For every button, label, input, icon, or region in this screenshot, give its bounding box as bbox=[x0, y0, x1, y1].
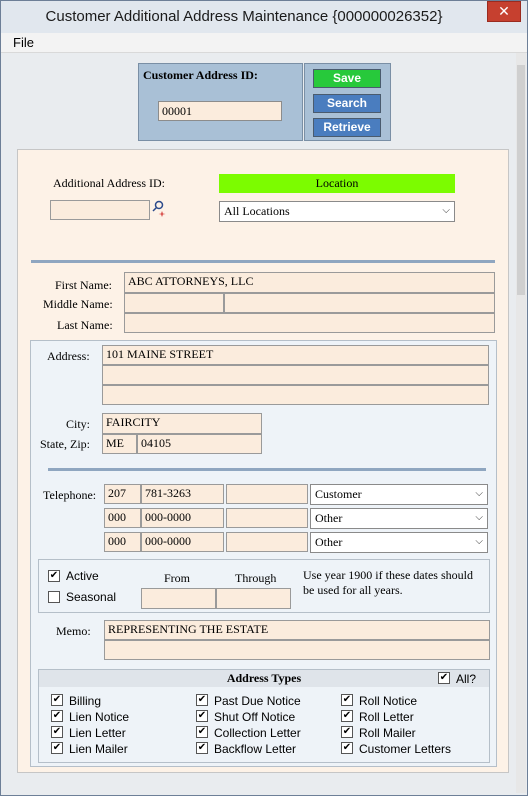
backflow-letter-checkbox[interactable]: ✔ bbox=[196, 742, 208, 754]
lien-letter-checkbox[interactable]: ✔ bbox=[51, 726, 63, 738]
from-label: From bbox=[164, 571, 191, 585]
billing-checkbox[interactable]: ✔ bbox=[51, 694, 63, 706]
all-checkbox[interactable]: ✔ bbox=[438, 672, 450, 684]
city-field[interactable]: FAIRCITY bbox=[102, 413, 262, 434]
phone-number-2[interactable]: 000-0000 bbox=[141, 508, 224, 528]
chevron-down-icon: ⌵ bbox=[475, 536, 483, 547]
address-types-title: Address Types bbox=[39, 670, 489, 687]
chevron-down-icon: ⌵ bbox=[475, 512, 483, 523]
section-divider bbox=[31, 260, 495, 263]
collection-letter-checkbox[interactable]: ✔ bbox=[196, 726, 208, 738]
memo-line-1[interactable]: REPRESENTING THE ESTATE bbox=[104, 620, 490, 640]
middle-name-field-1[interactable] bbox=[124, 293, 224, 313]
dates-note: Use year 1900 if these dates should be u… bbox=[303, 568, 473, 597]
telephone-label: Telephone: bbox=[43, 488, 97, 502]
location-select[interactable]: All Locations ⌵ bbox=[219, 201, 455, 222]
lookup-icon[interactable] bbox=[151, 199, 167, 219]
phone-type-value-3: Other bbox=[315, 535, 343, 549]
city-label: City: bbox=[66, 417, 91, 431]
middle-name-label: Middle Name: bbox=[43, 297, 113, 311]
first-name-label: First Name: bbox=[55, 278, 112, 292]
state-field[interactable]: ME bbox=[102, 434, 137, 454]
address-line-2[interactable] bbox=[102, 365, 489, 385]
phone-area-1[interactable]: 207 bbox=[104, 484, 141, 504]
phone-type-select-3[interactable]: Other ⌵ bbox=[310, 532, 488, 553]
phone-area-3[interactable]: 000 bbox=[104, 532, 141, 552]
address-divider bbox=[48, 468, 486, 471]
customer-address-id-input[interactable]: 00001 bbox=[158, 101, 282, 121]
action-buttons: Save Search Retrieve bbox=[304, 63, 391, 141]
address-label: Address: bbox=[47, 349, 90, 363]
phone-type-value-1: Customer bbox=[315, 487, 362, 501]
scrollbar-thumb[interactable] bbox=[517, 65, 525, 295]
address-line-1[interactable]: 101 MAINE STREET bbox=[102, 345, 489, 365]
phone-type-select-1[interactable]: Customer ⌵ bbox=[310, 484, 488, 505]
seasonal-checkbox[interactable] bbox=[48, 591, 60, 603]
chevron-down-icon: ⌵ bbox=[475, 488, 483, 499]
last-name-label: Last Name: bbox=[57, 318, 113, 332]
seasonal-label: Seasonal bbox=[66, 590, 117, 604]
billing-label: Billing bbox=[69, 694, 102, 708]
chevron-down-icon: ⌵ bbox=[442, 205, 450, 216]
additional-address-id-label: Additional Address ID: bbox=[53, 176, 165, 190]
active-label: Active bbox=[66, 569, 99, 583]
through-label: Through bbox=[235, 571, 277, 585]
additional-address-id-input[interactable] bbox=[50, 200, 150, 220]
customer-letters-label: Customer Letters bbox=[359, 742, 452, 756]
shut-off-notice-label: Shut Off Notice bbox=[214, 710, 296, 724]
location-header: Location bbox=[219, 174, 455, 193]
memo-line-2[interactable] bbox=[104, 640, 490, 660]
location-select-value: All Locations bbox=[224, 204, 290, 218]
all-label: All? bbox=[456, 672, 477, 686]
lien-letter-label: Lien Letter bbox=[69, 726, 126, 740]
state-zip-label: State, Zip: bbox=[40, 437, 90, 451]
lien-mailer-checkbox[interactable]: ✔ bbox=[51, 742, 63, 754]
through-date-field[interactable] bbox=[216, 588, 291, 609]
window-title: Customer Additional Address Maintenance … bbox=[45, 8, 443, 25]
roll-mailer-label: Roll Mailer bbox=[359, 726, 416, 740]
vertical-scrollbar[interactable] bbox=[516, 53, 526, 793]
last-name-field[interactable] bbox=[124, 313, 495, 333]
save-button[interactable]: Save bbox=[313, 69, 381, 88]
past-due-notice-label: Past Due Notice bbox=[214, 694, 301, 708]
title-bar: Customer Additional Address Maintenance … bbox=[1, 1, 527, 33]
phone-ext-1[interactable] bbox=[226, 484, 308, 504]
active-checkbox[interactable]: ✔ bbox=[48, 570, 60, 582]
roll-mailer-checkbox[interactable]: ✔ bbox=[341, 726, 353, 738]
roll-notice-checkbox[interactable]: ✔ bbox=[341, 694, 353, 706]
phone-number-3[interactable]: 000-0000 bbox=[141, 532, 224, 552]
middle-name-field-2[interactable] bbox=[224, 293, 495, 313]
lien-notice-label: Lien Notice bbox=[69, 710, 130, 724]
lien-mailer-label: Lien Mailer bbox=[69, 742, 128, 756]
roll-letter-label: Roll Letter bbox=[359, 710, 414, 724]
customer-address-id-box: Customer Address ID: 00001 bbox=[138, 63, 303, 141]
lien-notice-checkbox[interactable]: ✔ bbox=[51, 710, 63, 722]
from-date-field[interactable] bbox=[141, 588, 216, 609]
customer-address-id-label: Customer Address ID: bbox=[143, 68, 258, 82]
phone-ext-3[interactable] bbox=[226, 532, 308, 552]
zip-field[interactable]: 04105 bbox=[137, 434, 262, 454]
phone-area-2[interactable]: 000 bbox=[104, 508, 141, 528]
phone-number-1[interactable]: 781-3263 bbox=[141, 484, 224, 504]
collection-letter-label: Collection Letter bbox=[214, 726, 301, 740]
memo-label: Memo: bbox=[56, 624, 91, 638]
first-name-field[interactable]: ABC ATTORNEYS, LLC bbox=[124, 272, 495, 293]
customer-letters-checkbox[interactable]: ✔ bbox=[341, 742, 353, 754]
past-due-notice-checkbox[interactable]: ✔ bbox=[196, 694, 208, 706]
app-window: Customer Additional Address Maintenance … bbox=[0, 0, 528, 796]
menu-file[interactable]: File bbox=[13, 35, 34, 50]
roll-letter-checkbox[interactable]: ✔ bbox=[341, 710, 353, 722]
retrieve-button[interactable]: Retrieve bbox=[313, 118, 381, 137]
phone-type-value-2: Other bbox=[315, 511, 343, 525]
shut-off-notice-checkbox[interactable]: ✔ bbox=[196, 710, 208, 722]
phone-ext-2[interactable] bbox=[226, 508, 308, 528]
roll-notice-label: Roll Notice bbox=[359, 694, 418, 708]
menu-bar: File bbox=[1, 33, 527, 53]
address-line-3[interactable] bbox=[102, 385, 489, 405]
backflow-letter-label: Backflow Letter bbox=[214, 742, 297, 756]
search-button[interactable]: Search bbox=[313, 94, 381, 113]
close-button[interactable]: ✕ bbox=[487, 1, 521, 22]
phone-type-select-2[interactable]: Other ⌵ bbox=[310, 508, 488, 529]
